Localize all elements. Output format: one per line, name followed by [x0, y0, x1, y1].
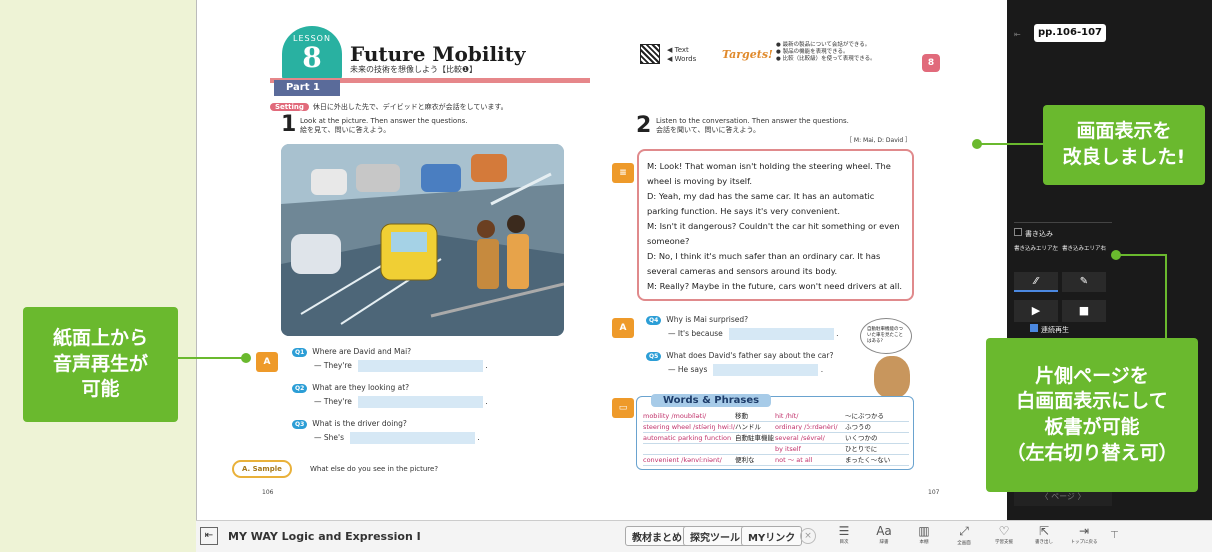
- callout-display-improved: 画面表示を 改良しました!: [1043, 105, 1205, 185]
- fullscreen-icon[interactable]: ⤢ 全画面: [944, 524, 984, 550]
- export-icon[interactable]: ⇱ 書き出し: [1024, 524, 1064, 550]
- bookshelf-icon[interactable]: ▥ 本棚: [904, 524, 944, 550]
- toc-icon[interactable]: ☰ 目次: [824, 524, 864, 550]
- materials-button[interactable]: 教材まとめ: [625, 526, 689, 546]
- toolbar-toggle-icon[interactable]: ⊤: [1110, 530, 1119, 541]
- learning-support-icon[interactable]: ♡ 学習支援: [984, 524, 1024, 550]
- app-title: MY WAY Logic and Expression I: [228, 530, 421, 543]
- exit-icon[interactable]: ⇤: [200, 527, 218, 545]
- my-link-button[interactable]: MYリンク: [741, 526, 803, 546]
- close-icon[interactable]: ×: [800, 528, 816, 544]
- dictionary-icon[interactable]: Aa 辞書: [864, 524, 904, 550]
- back-to-top-icon[interactable]: ⇥ トップに戻る: [1064, 524, 1104, 550]
- callout-audio-playback: 紙面上から 音声再生が 可能: [23, 307, 178, 422]
- inquiry-tool-button[interactable]: 探究ツール: [683, 526, 747, 546]
- callout-whiteboard: 片側ページを 白画面表示にして 板書が可能 （左右切り替え可）: [986, 338, 1198, 492]
